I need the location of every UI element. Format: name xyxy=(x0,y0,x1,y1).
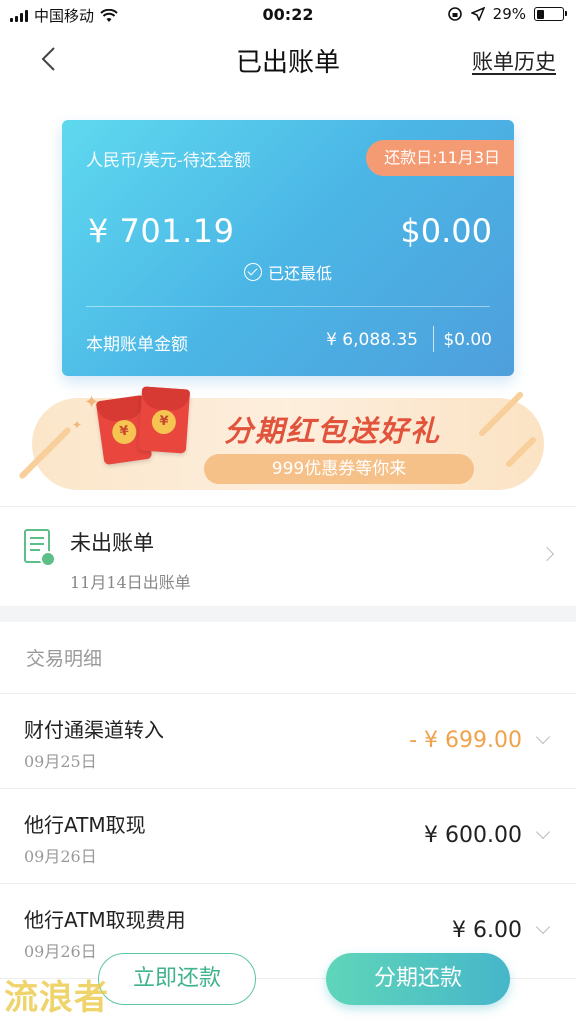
bill-history-link[interactable]: 账单历史 xyxy=(472,46,556,76)
installment-promo-banner[interactable]: ✦ ✦ ¥ ¥ 分期红包送好礼 999优惠券等你来 xyxy=(18,386,544,490)
chevron-right-icon xyxy=(539,546,555,562)
chevron-down-icon[interactable] xyxy=(535,824,551,840)
transaction-date: 09月26日 xyxy=(24,847,97,866)
currency-label: 人民币/美元-待还金额 xyxy=(86,151,251,171)
promo-subtitle: 999优惠券等你来 xyxy=(204,454,474,484)
bill-card: 人民币/美元-待还金额 还款日:11月3日 ¥ 701.19 $0.00 已还最… xyxy=(62,120,514,376)
transaction-amount: - ¥ 699.00 xyxy=(409,728,522,753)
chevron-down-icon[interactable] xyxy=(535,919,551,935)
decor-stripe xyxy=(504,435,538,469)
statement-clock-icon xyxy=(24,529,56,567)
transaction-name: 他行ATM取现费用 xyxy=(24,908,186,932)
period-amount-usd: $0.00 xyxy=(443,330,492,350)
transaction-amount: ¥ 600.00 xyxy=(424,823,522,848)
transaction-date: 09月25日 xyxy=(24,752,97,771)
nav-bar: 已出账单 账单历史 xyxy=(0,30,576,88)
decor-stripe xyxy=(477,390,525,438)
red-envelope-icon: ¥ xyxy=(137,386,191,454)
status-bar: 中国移动 00:22 29% xyxy=(0,0,576,30)
period-separator xyxy=(433,326,434,352)
location-arrow-icon xyxy=(470,7,485,21)
transaction-date: 09月26日 xyxy=(24,942,97,961)
status-right: 29% xyxy=(447,5,567,23)
transaction-row[interactable]: 财付通渠道转入 09月25日 - ¥ 699.00 xyxy=(0,694,576,789)
transaction-header: 交易明细 xyxy=(0,622,576,694)
unbilled-date: 11月14日出账单 xyxy=(70,573,191,592)
paid-status-text: 已还最低 xyxy=(267,264,332,283)
transaction-amount: ¥ 6.00 xyxy=(452,918,522,943)
transaction-name: 他行ATM取现 xyxy=(24,813,146,837)
chevron-down-icon[interactable] xyxy=(535,729,551,745)
installment-button[interactable]: 分期还款 xyxy=(326,953,510,1005)
unbilled-statement-row[interactable]: 未出账单 11月14日出账单 xyxy=(0,506,576,606)
period-amount-label: 本期账单金额 xyxy=(86,335,188,355)
pay-now-button[interactable]: 立即还款 xyxy=(98,953,256,1005)
due-date-badge: 还款日:11月3日 xyxy=(366,140,514,176)
transaction-name: 财付通渠道转入 xyxy=(24,718,164,742)
battery-percent: 29% xyxy=(492,5,526,23)
paid-status: 已还最低 xyxy=(62,260,514,284)
period-amount-cny: ¥ 6,088.35 xyxy=(326,330,418,350)
watermark-text: 流浪者 xyxy=(4,978,109,1018)
promo-title: 分期红包送好礼 xyxy=(224,414,442,448)
check-circle-icon xyxy=(243,263,262,281)
bill-summary-area: 人民币/美元-待还金额 还款日:11月3日 ¥ 701.19 $0.00 已还最… xyxy=(0,88,576,506)
battery-icon xyxy=(534,7,567,21)
decor-stripe xyxy=(18,426,72,480)
card-divider xyxy=(86,306,490,307)
orientation-lock-icon xyxy=(447,7,462,21)
amount-due-usd: $0.00 xyxy=(400,212,492,250)
sparkle-icon: ✦ xyxy=(72,418,83,432)
unbilled-title: 未出账单 xyxy=(70,531,154,555)
transaction-row[interactable]: 他行ATM取现 09月26日 ¥ 600.00 xyxy=(0,789,576,884)
amount-due-cny: ¥ 701.19 xyxy=(88,212,235,250)
